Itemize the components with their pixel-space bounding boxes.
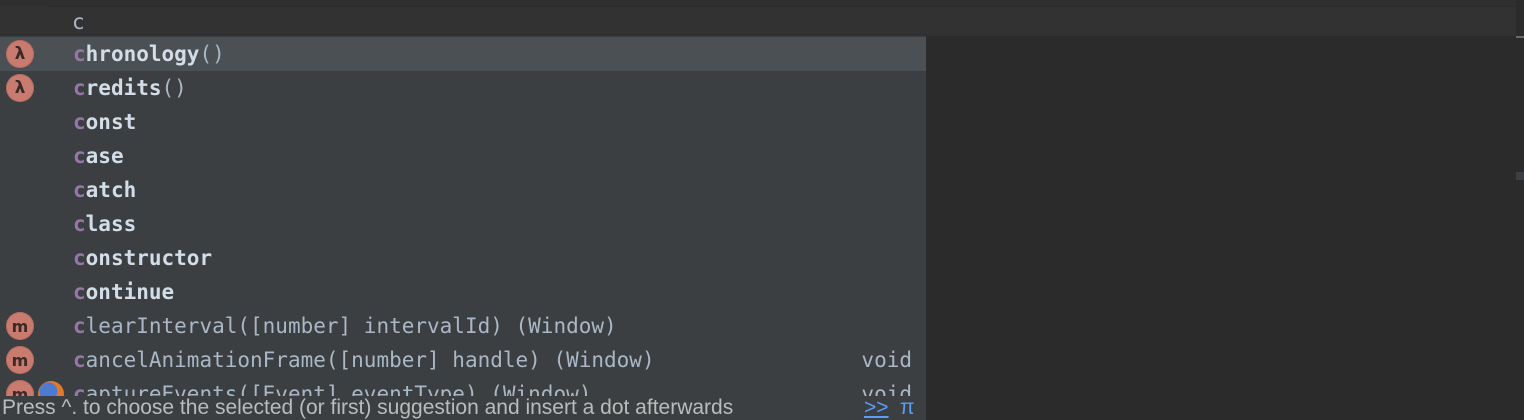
- completion-item[interactable]: m cancelAnimationFrame([number] handle) (…: [0, 343, 926, 377]
- completion-item-name: lass: [85, 212, 137, 236]
- completion-item-label: credits(): [73, 71, 187, 105]
- completion-item-name: hronology: [85, 42, 200, 66]
- completion-item-label: constructor: [73, 241, 212, 275]
- completion-popup: λ chronology() λ credits() const case catch cla…: [0, 36, 926, 420]
- completion-item[interactable]: m clearInterval([number] intervalId) (Win…: [0, 309, 926, 343]
- completion-item-label: continue: [73, 275, 174, 309]
- completion-item-type: void: [861, 348, 912, 372]
- match-highlight: c: [73, 246, 86, 270]
- previous-line: [0, 0, 1524, 6]
- match-highlight: c: [73, 280, 86, 304]
- completion-item[interactable]: class: [0, 207, 926, 241]
- completion-hint-text: Press ^. to choose the selected (or firs…: [2, 396, 734, 419]
- completion-item-name: ontinue: [85, 280, 175, 304]
- completion-item[interactable]: const: [0, 105, 926, 139]
- completion-item[interactable]: λ credits(): [0, 71, 926, 105]
- completion-item-params: ([number] intervalId) (Window): [237, 314, 617, 338]
- completion-item-params: ([number] handle) (Window): [325, 348, 655, 372]
- scrollbar-marker: [1516, 36, 1524, 38]
- completion-item[interactable]: catch: [0, 173, 926, 207]
- completion-item[interactable]: constructor: [0, 241, 926, 275]
- completion-item-label: catch: [73, 173, 136, 207]
- method-icon: m: [6, 346, 34, 374]
- completion-item-name: onst: [85, 110, 137, 134]
- completion-item-name: onstructor: [85, 246, 213, 270]
- completion-item-label: chronology(): [73, 37, 225, 71]
- match-highlight: c: [73, 110, 86, 134]
- pi-icon[interactable]: π: [900, 396, 915, 420]
- match-highlight: c: [73, 178, 86, 202]
- completion-item[interactable]: continue: [0, 275, 926, 309]
- completion-item-label: const: [73, 105, 136, 139]
- match-highlight: c: [73, 212, 86, 236]
- lambda-icon: λ: [6, 74, 34, 102]
- current-line-highlight[interactable]: [0, 7, 1516, 36]
- lambda-icon: λ: [6, 40, 34, 68]
- match-highlight: c: [73, 42, 86, 66]
- method-icon: m: [6, 312, 34, 340]
- completion-item-name: ase: [85, 144, 124, 168]
- editor-scrollbar[interactable]: [1516, 0, 1524, 420]
- completion-item[interactable]: λ chronology(): [0, 37, 926, 71]
- completion-item-name: learInterval: [85, 314, 238, 338]
- completion-item-params: (): [161, 76, 187, 100]
- match-highlight: c: [73, 76, 86, 100]
- completion-item-params: (): [199, 42, 225, 66]
- completion-status-bar: Press ^. to choose the selected (or firs…: [0, 396, 926, 420]
- match-highlight: c: [73, 348, 86, 372]
- completion-item-label: class: [73, 207, 136, 241]
- completion-item-name: redits: [85, 76, 162, 100]
- typed-text[interactable]: c: [72, 9, 85, 35]
- completion-item-label: clearInterval([number] intervalId) (Wind…: [73, 309, 617, 343]
- completion-item-name: atch: [85, 178, 137, 202]
- completion-item-label: cancelAnimationFrame([number] handle) (W…: [73, 343, 655, 377]
- completion-item-name: ancelAnimationFrame: [85, 348, 326, 372]
- completion-item-label: case: [73, 139, 124, 173]
- match-highlight: c: [73, 314, 86, 338]
- completion-item[interactable]: case: [0, 139, 926, 173]
- more-hints-link[interactable]: >>: [864, 396, 889, 420]
- match-highlight: c: [73, 144, 86, 168]
- scrollbar-thumb[interactable]: [1516, 172, 1524, 180]
